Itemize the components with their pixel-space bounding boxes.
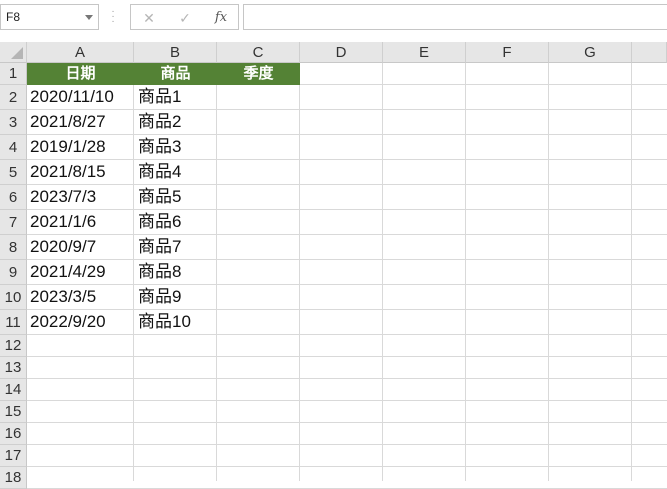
column-header-g[interactable]: G (549, 42, 632, 63)
cell-date[interactable]: 2023/3/5 (30, 285, 133, 309)
row-header-16[interactable]: 16 (0, 423, 27, 445)
cell-date[interactable]: 2023/7/3 (30, 185, 133, 209)
cell-product[interactable]: 商品7 (138, 235, 216, 259)
cell-date[interactable]: 2021/8/15 (30, 160, 133, 184)
row-header-2[interactable]: 2 (0, 85, 27, 110)
cell-product[interactable]: 商品2 (138, 110, 216, 134)
row-header-3[interactable]: 3 (0, 110, 27, 135)
cell-product[interactable]: 商品6 (138, 210, 216, 234)
name-box[interactable]: F8 (0, 4, 99, 30)
row-header-4[interactable]: 4 (0, 135, 27, 160)
row-header-17[interactable]: 17 (0, 445, 27, 467)
cell-product[interactable]: 商品8 (138, 260, 216, 284)
row-header-14[interactable]: 14 (0, 379, 27, 401)
column-header-d[interactable]: D (300, 42, 383, 63)
column-gridline (548, 63, 549, 481)
row-header-7[interactable]: 7 (0, 210, 27, 235)
column-header-c[interactable]: C (217, 42, 300, 63)
cell-date[interactable]: 2021/1/6 (30, 210, 133, 234)
row-gridline (27, 422, 667, 423)
cell-product[interactable]: 商品1 (138, 85, 216, 109)
header-cell-quarter[interactable]: 季度 (217, 63, 300, 85)
column-gridline (382, 63, 383, 481)
cell-date[interactable]: 2020/9/7 (30, 235, 133, 259)
row-header-8[interactable]: 8 (0, 235, 27, 260)
row-gridline (27, 356, 667, 357)
cell-date[interactable]: 2022/9/20 (30, 310, 133, 334)
more-options-icon[interactable]: · · · (111, 7, 115, 27)
column-gridline (133, 63, 134, 481)
formula-bar: F8 · · · ✕ ✓ fx (0, 0, 667, 36)
select-all-button[interactable] (0, 42, 27, 63)
row-header-6[interactable]: 6 (0, 185, 27, 210)
cell-date[interactable]: 2019/1/28 (30, 135, 133, 159)
column-gridline (465, 63, 466, 481)
row-gridline (27, 444, 667, 445)
column-header-partial[interactable] (632, 42, 667, 63)
cell-product[interactable]: 商品4 (138, 160, 216, 184)
header-cell-date[interactable]: 日期 (27, 63, 134, 85)
row-header-9[interactable]: 9 (0, 260, 27, 285)
row-header-1[interactable]: 1 (0, 63, 27, 85)
cell-product[interactable]: 商品10 (138, 310, 216, 334)
cell-product[interactable]: 商品3 (138, 135, 216, 159)
column-gridline (299, 63, 300, 481)
column-header-b[interactable]: B (134, 42, 217, 63)
row-header-5[interactable]: 5 (0, 160, 27, 185)
chevron-down-icon[interactable] (85, 15, 93, 20)
select-all-icon (11, 47, 23, 59)
column-gridline (631, 63, 632, 481)
name-box-value: F8 (6, 10, 21, 24)
cell-date[interactable]: 2020/11/10 (30, 85, 133, 109)
row-gridline (27, 334, 667, 335)
row-gridline (27, 378, 667, 379)
cell-date[interactable]: 2021/4/29 (30, 260, 133, 284)
row-gridline (27, 466, 667, 467)
column-header-f[interactable]: F (466, 42, 549, 63)
cell-product[interactable]: 商品9 (138, 285, 216, 309)
row-header-15[interactable]: 15 (0, 401, 27, 423)
row-header-13[interactable]: 13 (0, 357, 27, 379)
row-header-11[interactable]: 11 (0, 310, 27, 335)
row-header-18[interactable]: 18 (0, 467, 27, 489)
cell-date[interactable]: 2021/8/27 (30, 110, 133, 134)
row-header-10[interactable]: 10 (0, 285, 27, 310)
insert-function-icon[interactable]: fx (211, 8, 231, 28)
cancel-icon[interactable]: ✕ (139, 8, 159, 28)
column-header-a[interactable]: A (27, 42, 134, 63)
row-header-12[interactable]: 12 (0, 335, 27, 357)
formula-input[interactable] (243, 4, 667, 30)
cell-product[interactable]: 商品5 (138, 185, 216, 209)
enter-icon[interactable]: ✓ (175, 8, 195, 28)
column-header-e[interactable]: E (383, 42, 466, 63)
column-gridline (216, 63, 217, 481)
header-cell-product[interactable]: 商品 (134, 63, 217, 85)
formula-buttons: ✕ ✓ fx (130, 4, 239, 30)
row-gridline (27, 400, 667, 401)
